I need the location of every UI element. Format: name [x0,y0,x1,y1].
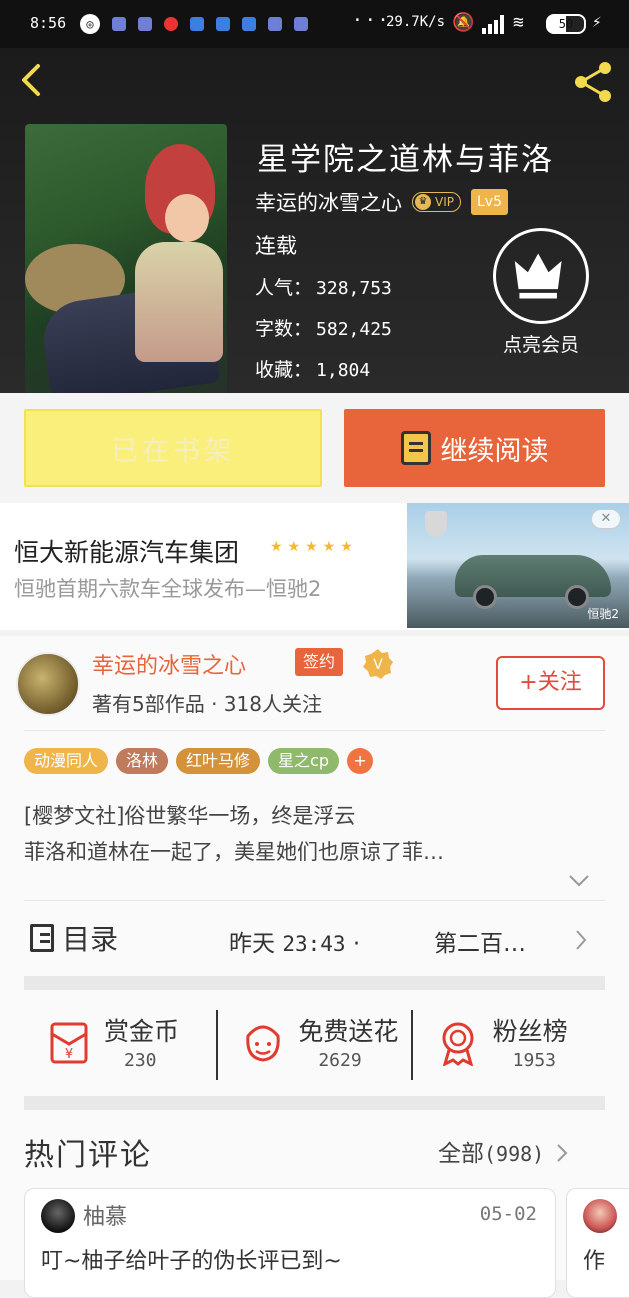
more-notifications-icon: ··· [352,10,391,31]
app-notification-icon [164,17,178,31]
author-works-count: 著有5部作品 · 318人关注 [92,692,322,716]
svg-text:¥: ¥ [65,1047,73,1062]
ad-rating-stars: ★★★★★ [270,539,358,555]
ad-banner[interactable]: 恒大新能源汽车集团 ★★★★★ 恒驰首期六款车全球发布—恒驰2 ✕ 恒驰2 [0,503,629,630]
gift-bar: ¥ 赏金币 230 免费送花 2629 粉丝榜 1953 [24,992,605,1092]
book-description[interactable]: [樱梦文社]俗世繁华一场，终是浮云 菲洛和道林在一起了，美星她们也原谅了菲… [24,798,614,870]
ad-image-tag: 恒驰2 [587,607,619,621]
action-bar: 已在书架 继续阅读 [0,393,629,503]
author-line: 幸运的冰雪之心 ♛ VIP Lv5 [255,187,508,217]
status-time: 8:56 [30,14,67,32]
network-speed: 29.7K/s [386,14,446,30]
app-notification-icon [138,17,152,31]
list-icon [30,924,54,952]
continue-reading-label: 继续阅读 [440,435,549,467]
commenter-avatar[interactable] [583,1199,617,1233]
share-icon[interactable] [571,60,615,104]
signed-badge: 签约 [295,648,344,676]
comment-card[interactable]: 柚慕 05-02 叮~柚子给叶子的伪长评已到~ [24,1188,556,1298]
status-bar: 8:56 ◎ ··· 29.7K/s 🔕 ≋ 50 ⚡ [0,0,629,48]
tag-item[interactable]: 星之cp [268,748,340,774]
app-notification-icon [112,17,126,31]
crown-icon: ♛ [415,194,431,210]
hot-comments-title: 热门评论 [24,1138,152,1173]
tag-item[interactable]: 洛林 [116,748,169,774]
brand-logo-icon [425,511,447,537]
app-notification-icon [242,17,256,31]
ad-title: 恒大新能源汽车集团 [14,538,240,567]
ad-image[interactable]: ✕ 恒驰2 [407,503,629,628]
section-separator [24,1096,605,1110]
level-badge: Lv5 [470,189,508,215]
follow-button[interactable]: +关注 [496,656,605,710]
comment-card[interactable]: 作 [566,1188,629,1298]
chevron-right-icon [556,1144,567,1162]
author-card-name[interactable]: 幸运的冰雪之心 [92,648,246,680]
mute-icon: 🔕 [452,12,475,33]
chevron-right-icon [576,930,587,950]
latest-chapter: 第二百… [434,931,526,957]
app-notification-icon [190,17,204,31]
charging-icon: ⚡ [592,12,602,31]
table-of-contents-row[interactable]: 目录 昨天 23:43 · 第二百… [24,914,605,964]
reward-coins-button[interactable]: ¥ 赏金币 230 [24,992,216,1092]
fan-ranking-button[interactable]: 粉丝榜 1953 [413,992,605,1092]
author-avatar[interactable] [16,652,80,716]
book-icon [400,431,431,465]
comment-date: 05-02 [479,1203,537,1225]
section-separator [24,976,605,990]
add-to-shelf-button[interactable]: 已在书架 [24,409,322,487]
add-tag-button[interactable]: + [347,748,374,774]
notification-icons [112,17,308,31]
battery-icon: 50 [546,14,586,34]
verified-icon: V [363,649,393,679]
divider [24,730,605,731]
chevron-down-icon[interactable] [568,874,590,888]
tag-list: 动漫同人 洛林 红叶马修 星之cp + [24,748,374,774]
book-cover[interactable] [25,124,227,393]
ad-subtitle: 恒驰首期六款车全球发布—恒驰2 [14,577,322,601]
back-icon[interactable] [14,60,54,100]
book-header: 星学院之道林与菲洛 幸运的冰雪之心 ♛ VIP Lv5 连载 人气： 328,75… [0,48,629,393]
red-envelope-icon: ¥ [50,1022,88,1064]
favorites-stat: 收藏： 1,804 [255,359,371,381]
author-name[interactable]: 幸运的冰雪之心 [255,187,402,217]
medal-icon [442,1022,474,1066]
app-notification-icon [268,17,282,31]
app-notification-icon [294,17,308,31]
continue-reading-button[interactable]: 继续阅读 [344,409,605,487]
commenter-avatar[interactable] [41,1199,75,1233]
member-label: 点亮会员 [502,334,579,356]
vip-badge: ♛ VIP [412,192,461,212]
serial-status: 连载 [255,234,297,258]
wifi-icon: ≋ [513,12,524,33]
send-flower-button[interactable]: 免费送花 2629 [218,992,410,1092]
signal-icon [482,15,504,34]
comment-text: 叮~柚子给叶子的伪长评已到~ [41,1249,342,1274]
svg-text:V: V [373,657,383,673]
globe-icon: ◎ [80,14,100,34]
toc-label: 目录 [62,923,119,956]
all-comments-link[interactable]: 全部(998) [438,1134,568,1168]
book-detail-main: 幸运的冰雪之心 签约 V 著有5部作品 · 318人关注 +关注 动漫同人 洛林… [0,636,629,1298]
member-button[interactable]: 点亮会员 [491,228,591,357]
comment-text: 作 [583,1249,606,1274]
tag-item[interactable]: 红叶马修 [176,748,261,774]
last-update-time: 昨天 23:43 · [229,931,361,957]
popularity-stat: 人气： 328,753 [255,277,392,299]
word-count-stat: 字数： 582,425 [255,318,392,340]
divider [24,900,605,901]
flower-icon [246,1025,281,1062]
crown-icon [493,228,589,324]
commenter-name[interactable]: 柚慕 [83,1199,127,1231]
ad-close-button[interactable]: ✕ [591,509,621,529]
app-notification-icon [216,17,230,31]
tag-item[interactable]: 动漫同人 [24,748,109,774]
book-title: 星学院之道林与菲洛 [257,142,554,178]
